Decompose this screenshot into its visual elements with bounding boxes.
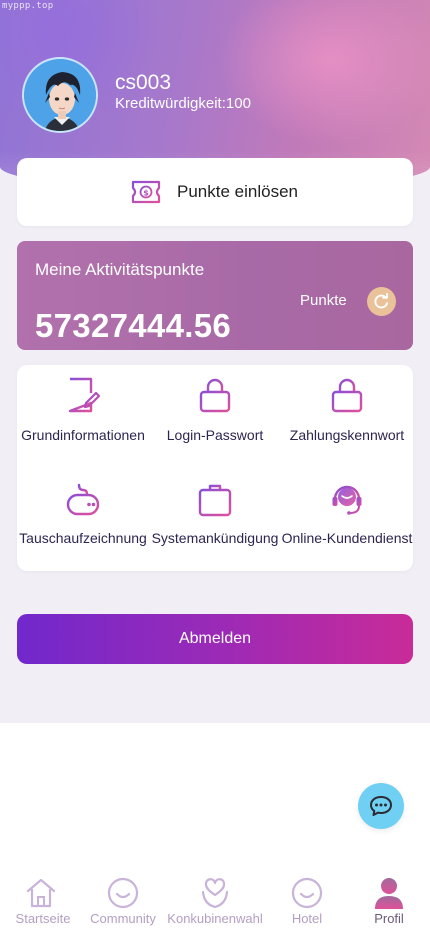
menu-label: Tauschaufzeichnung [19, 530, 147, 546]
credit-score: Kreditwürdigkeit:100 [115, 95, 251, 112]
smile-icon [107, 877, 139, 909]
gamepad-icon [66, 483, 100, 516]
menu-item-system-announcement[interactable]: Systemankündigung [149, 482, 281, 572]
profile-menu-grid: Grundinformationen Login-Passwort Zahlun… [17, 365, 413, 571]
points-value: 57327444.56 [35, 307, 231, 344]
chat-icon [370, 796, 392, 816]
menu-item-login-password[interactable]: Login-Passwort [149, 377, 281, 467]
menu-label: Zahlungskennwort [289, 427, 405, 443]
avatar[interactable] [22, 57, 98, 133]
menu-item-basic-info[interactable]: Grundinformationen [17, 377, 149, 467]
refresh-icon [374, 293, 388, 309]
watermark: myppp.top [2, 1, 54, 11]
tab-label: Community [90, 911, 156, 926]
home-icon [26, 878, 56, 908]
menu-label: Online-Kundendienst [281, 530, 413, 546]
menu-label: Systemankündigung [151, 530, 279, 546]
briefcase-icon [198, 484, 232, 517]
coupon-icon: $ [131, 180, 161, 204]
menu-item-online-support[interactable]: Online-Kundendienst [281, 482, 413, 572]
chat-button[interactable] [358, 783, 404, 829]
activity-points-card: Meine Aktivitätspunkte Punkte 57327444.5… [17, 241, 413, 350]
tab-profile[interactable]: Profil [346, 868, 430, 932]
tab-label: Profil [374, 911, 404, 926]
tab-concubine-selection[interactable]: Konkubinenwahl [167, 868, 263, 932]
tab-community[interactable]: Community [80, 868, 166, 932]
menu-label: Login-Passwort [166, 427, 264, 443]
points-unit: Punkte [300, 292, 347, 309]
lock-icon [331, 378, 363, 413]
refresh-button[interactable] [367, 287, 396, 316]
menu-item-exchange-records[interactable]: Tauschaufzeichnung [17, 482, 149, 572]
smile-icon [291, 877, 323, 909]
bottom-tab-bar: Startseite Community Konkubinenwahl Hote… [0, 868, 430, 932]
username: cs003 [115, 71, 172, 94]
user-icon [375, 878, 403, 909]
redeem-points-label: Punkte einlösen [177, 182, 298, 201]
logout-button[interactable]: Abmelden [17, 614, 413, 664]
menu-item-payment-password[interactable]: Zahlungskennwort [281, 377, 413, 467]
menu-label: Grundinformationen [21, 427, 145, 443]
lock-icon [199, 378, 231, 413]
points-title: Meine Aktivitätspunkte [35, 260, 205, 279]
headset-icon [332, 485, 362, 515]
document-edit-icon [68, 377, 101, 413]
redeem-points-button[interactable]: $ Punkte einlösen [17, 158, 413, 226]
svg-text:$: $ [143, 188, 149, 197]
avatar-image [24, 59, 96, 131]
heart-person-icon [201, 878, 229, 909]
tab-label: Konkubinenwahl [167, 911, 263, 926]
